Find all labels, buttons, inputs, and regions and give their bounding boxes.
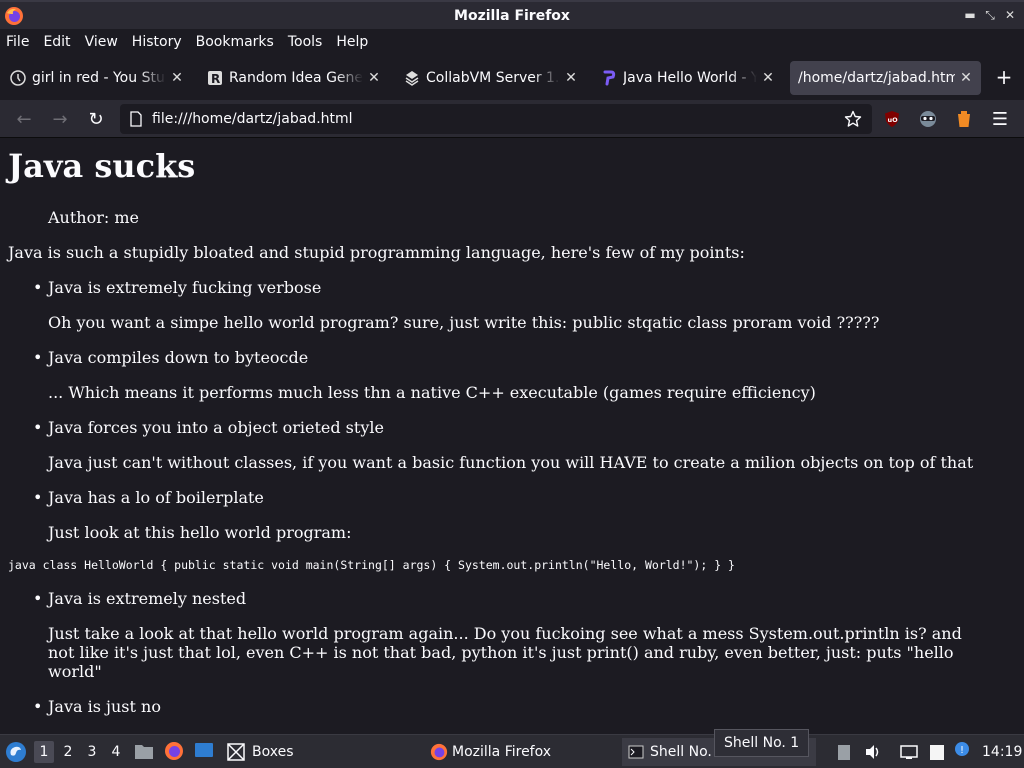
menu-help[interactable]: Help: [336, 34, 368, 50]
firefox-logo-icon: [5, 7, 23, 25]
close-tab-icon[interactable]: ✕: [564, 70, 578, 86]
ublock-origin-icon[interactable]: uO: [883, 110, 901, 128]
reload-icon[interactable]: ↻: [85, 108, 107, 130]
intro-paragraph: Java is such a stupidly bloated and stup…: [8, 243, 745, 262]
file-manager-icon[interactable]: [134, 742, 154, 760]
list-item: Java forces you into a object orieted st…: [33, 418, 384, 437]
firefox-window-label: Mozilla Firefox: [452, 744, 552, 760]
svg-text:!: !: [960, 745, 964, 756]
menu-file[interactable]: File: [6, 34, 29, 50]
window-title: Mozilla Firefox: [454, 7, 570, 24]
point-body: Just look at this hello world program:: [48, 523, 352, 542]
list-item: Java compiles down to byteocde: [33, 348, 308, 367]
tab-label: CollabVM Server 1.x/1.x: [426, 70, 560, 86]
terminal-icon: [628, 745, 644, 759]
point-heading: Java forces you into a object orieted st…: [48, 418, 384, 437]
clipboard-icon[interactable]: [836, 743, 852, 761]
shell-window-label: Shell No.: [650, 744, 712, 760]
app-menu-icon[interactable]: ☰: [989, 108, 1011, 130]
tab-jabad-active[interactable]: /home/dartz/jabad.html ✕: [790, 61, 981, 95]
list-item: Java has a lo of boilerplate: [33, 488, 264, 507]
workspace-1[interactable]: 1: [34, 741, 54, 763]
back-icon[interactable]: ←: [13, 108, 35, 130]
taskbar-boxes[interactable]: Boxes: [226, 738, 294, 766]
start-menu-icon[interactable]: [5, 741, 27, 763]
page-content: Java sucks Author: me Java is such a stu…: [0, 139, 1024, 734]
firefox-launcher-icon[interactable]: [164, 741, 184, 761]
point-heading: Java has a lo of boilerplate: [48, 488, 264, 507]
svg-text:R: R: [211, 72, 220, 86]
point-heading: Java is extremely nested: [48, 589, 247, 608]
code-snippet: java class HelloWorld { public static vo…: [8, 558, 735, 572]
window-titlebar: Mozilla Firefox ▬ ⤡ ✕: [0, 0, 1024, 29]
extension-bin-icon[interactable]: [955, 110, 973, 128]
point-body: ... Which means it performs much less th…: [48, 383, 816, 402]
close-window-icon[interactable]: ✕: [1002, 7, 1018, 23]
network-icon[interactable]: [900, 743, 918, 761]
tab-collabvm[interactable]: CollabVM Server 1.x/1.x ✕: [396, 61, 586, 95]
workspace-2[interactable]: 2: [58, 741, 78, 763]
forward-icon[interactable]: →: [49, 108, 71, 130]
taskbar-firefox-window[interactable]: Mozilla Firefox: [426, 738, 555, 766]
point-body: Oh you want a simpe hello world program?…: [48, 313, 880, 332]
volume-icon[interactable]: [864, 743, 882, 761]
point-body: Just take a look at that hello world pro…: [48, 624, 962, 681]
clock[interactable]: 14:19: [982, 738, 1022, 766]
tab-java-hello-world[interactable]: Java Hello World - Your First Java Progr…: [593, 61, 783, 95]
address-bar[interactable]: file:///home/dartz/jabad.html: [120, 104, 872, 134]
point-heading: Java is extremely fucking verbose: [48, 278, 322, 297]
workspace-4[interactable]: 4: [106, 741, 126, 763]
workspace-3[interactable]: 3: [82, 741, 102, 763]
firefox-icon: [430, 743, 448, 761]
tab-label: Java Hello World - Your First Java Progr…: [623, 70, 757, 86]
clock-icon: [10, 70, 26, 86]
extension-mask-icon[interactable]: [919, 110, 937, 128]
taskbar: 1 2 3 4 Boxes Mozilla Firefox Shell No. …: [0, 734, 1024, 768]
author-line: Author: me: [48, 208, 139, 227]
menu-history[interactable]: History: [132, 34, 182, 50]
tab-girl-in-red[interactable]: girl in red - You Stupid Bitch ✕: [2, 61, 192, 95]
desktop-icon[interactable]: [194, 742, 214, 760]
point-heading: Java compiles down to byteocde: [48, 348, 309, 367]
url-text[interactable]: file:///home/dartz/jabad.html: [152, 111, 353, 127]
list-item: Java is extremely nested: [33, 589, 246, 608]
tab-label: girl in red - You Stupid Bitch: [32, 70, 166, 86]
page-icon: [130, 111, 142, 127]
svg-text:uO: uO: [888, 116, 899, 124]
boxes-label: Boxes: [252, 744, 294, 760]
menu-bar: File Edit View History Bookmarks Tools H…: [0, 29, 1024, 54]
tab-random-idea[interactable]: R Random Idea Generator ✕: [199, 61, 389, 95]
page-heading: Java sucks: [8, 147, 196, 185]
menu-bookmarks[interactable]: Bookmarks: [196, 34, 274, 50]
minimize-icon[interactable]: ▬: [962, 7, 978, 23]
collabvm-icon: [405, 71, 419, 86]
navigation-toolbar: ← → ↻ file:///home/dartz/jabad.html uO ☰: [0, 100, 1024, 138]
tab-label: /home/dartz/jabad.html: [798, 70, 955, 86]
bookmark-star-icon[interactable]: [844, 110, 862, 128]
r-logo-icon: R: [208, 71, 222, 86]
tab-strip: girl in red - You Stupid Bitch ✕ R Rando…: [0, 56, 1024, 100]
point-heading: Java is just no: [48, 697, 161, 716]
programiz-icon: [603, 70, 616, 86]
close-tab-icon[interactable]: ✕: [367, 70, 381, 86]
point-body: Java just can't without classes, if you …: [48, 453, 974, 472]
close-tab-icon[interactable]: ✕: [170, 70, 184, 86]
menu-tools[interactable]: Tools: [288, 34, 323, 50]
close-tab-icon[interactable]: ✕: [959, 70, 973, 86]
taskbar-tooltip: Shell No. 1: [714, 729, 810, 757]
boxes-icon: [227, 743, 245, 761]
list-item: Java is extremely fucking verbose: [33, 278, 321, 297]
menu-edit[interactable]: Edit: [43, 34, 70, 50]
update-notifier-icon[interactable]: !: [954, 741, 970, 757]
close-tab-icon[interactable]: ✕: [761, 70, 775, 86]
restore-icon[interactable]: ⤡: [982, 7, 998, 23]
list-item: Java is just no: [33, 697, 161, 716]
tab-label: Random Idea Generator: [229, 70, 363, 86]
new-tab-button[interactable]: +: [994, 65, 1014, 89]
notes-icon[interactable]: [928, 743, 946, 761]
menu-view[interactable]: View: [85, 34, 118, 50]
